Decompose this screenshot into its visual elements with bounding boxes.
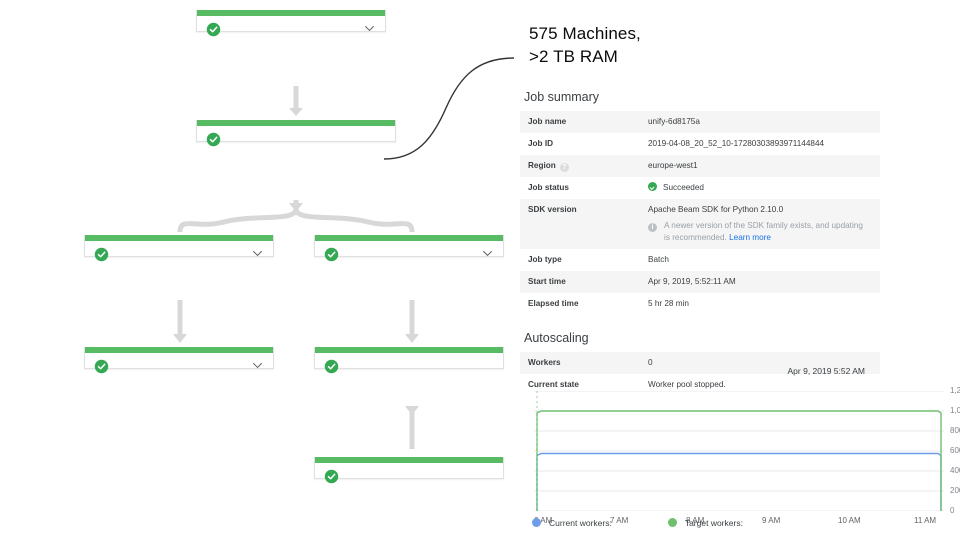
success-check-icon [324, 247, 339, 262]
chart-y-tick-label: 400 [950, 466, 960, 475]
row-value-text: Apr 9, 2019, 5:52:11 AM [648, 277, 736, 286]
row-key: Elapsed time [520, 293, 640, 315]
pipeline-node-add-age[interactable] [314, 347, 504, 374]
row-key: Start time [520, 271, 640, 293]
pipeline-node-write-count[interactable] [84, 347, 274, 374]
row-value: Batch [640, 249, 880, 271]
row-key: Job type [520, 249, 640, 271]
job-details-panel: Job summary Job name unify-6d8175a Job ID 2… [520, 90, 950, 396]
row-value-text: unify-6d8175a [648, 117, 700, 126]
chart-y-tick-label: 200 [950, 486, 960, 495]
chart-x-tick-label: 10 AM [838, 516, 861, 525]
row-key: Region? [520, 155, 640, 177]
row-key-label: SDK version [528, 205, 577, 214]
chart-y-tick-label: 1,200 [950, 386, 960, 395]
sdk-version-note: i A newer version of the SDK family exist… [648, 220, 880, 244]
row-key-label: Job ID [528, 139, 554, 148]
row-value: Apache Beam SDK for Python 2.10.0 i A newe… [640, 199, 880, 249]
legend-color-dot [667, 518, 677, 527]
learn-more-link[interactable]: Learn more [729, 233, 771, 242]
table-row: Job type Batch [520, 249, 880, 271]
row-key-label: Region [528, 161, 556, 170]
row-value-text: 5 hr 28 min [648, 299, 689, 308]
chart-title: Apr 9, 2019 5:52 AM [787, 366, 866, 376]
row-value-text: europe-west1 [648, 161, 698, 170]
row-value-text: 2019-04-08_20_52_10-17280303893971144844 [648, 139, 825, 148]
row-value: unify-6d8175a [640, 111, 880, 133]
success-check-icon [206, 22, 221, 37]
row-value: 2019-04-08_20_52_10-17280303893971144844 [640, 133, 880, 155]
legend-label: Target workers: [684, 518, 743, 528]
job-summary-heading: Job summary [524, 90, 600, 104]
success-check-icon [94, 247, 109, 262]
legend-label: Current workers: [549, 518, 612, 528]
chevron-down-icon[interactable] [481, 247, 494, 260]
success-check-icon [324, 469, 339, 484]
pipeline-node-get-sensor-df-per-file[interactable] [196, 120, 396, 147]
pipeline-node-count-data[interactable] [84, 235, 274, 262]
sdk-note-line-2: is recommended. [664, 233, 727, 242]
row-value: Apr 9, 2019, 5:52:11 AM [640, 271, 880, 293]
chart-y-tick-label: 0 [950, 506, 955, 515]
chart-y-tick-label: 600 [950, 446, 960, 455]
chart-legend: Current workers: Target workers: [532, 518, 799, 528]
pipeline-node-upload[interactable] [314, 457, 504, 484]
callout-line-2: >2 TB RAM [529, 47, 618, 66]
row-key-label: Job name [528, 117, 567, 126]
row-key-label: Job type [528, 255, 562, 264]
row-value: europe-west1 [640, 155, 880, 177]
pipeline-node-combine[interactable] [314, 235, 504, 262]
table-row: SDK version Apache Beam SDK for Python 2.… [520, 199, 880, 249]
table-row: Job status Succeeded [520, 177, 880, 199]
info-icon[interactable]: ? [559, 163, 569, 172]
row-key-label: Job status [528, 183, 569, 192]
row-key: Job name [520, 111, 640, 133]
success-check-icon [324, 359, 339, 374]
table-row: Elapsed time 5 hr 28 min [520, 293, 880, 315]
table-row: Job name unify-6d8175a [520, 111, 880, 133]
chart-legend-item[interactable]: Target workers: [667, 518, 743, 528]
success-check-icon [94, 359, 109, 374]
success-check-icon [648, 182, 657, 191]
row-key: SDK version [520, 199, 640, 249]
chart-y-tick-label: 800 [950, 426, 960, 435]
job-summary-table: Job name unify-6d8175a Job ID 2019-04-08_20… [520, 111, 880, 315]
row-key: Job status [520, 177, 640, 199]
row-key-label: Start time [528, 277, 566, 286]
row-key: Job ID [520, 133, 640, 155]
row-value: 5 hr 28 min [640, 293, 880, 315]
chevron-down-icon[interactable] [251, 247, 264, 260]
table-row: Region? europe-west1 [520, 155, 880, 177]
row-value-text: Succeeded [663, 183, 704, 192]
chevron-down-icon[interactable] [251, 359, 264, 372]
callout-annotation: 575 Machines, >2 TB RAM [529, 22, 759, 68]
autoscaling-heading: Autoscaling [524, 331, 589, 345]
row-value: Succeeded [640, 177, 880, 199]
sdk-note-line-1: A newer version of the SDK family exists… [664, 221, 863, 230]
pipeline-graph [0, 0, 520, 540]
autoscaling-chart: Apr 9, 2019 5:52 AM 0 200 400 600 800 1,000 1,… [520, 366, 960, 540]
row-value-text: Batch [648, 255, 669, 264]
legend-color-dot [532, 518, 541, 527]
chevron-down-icon[interactable] [363, 22, 376, 35]
success-check-icon [206, 132, 221, 147]
info-icon[interactable]: i [648, 223, 657, 232]
chart-plot-area [534, 391, 944, 511]
row-value-text: Apache Beam SDK for Python 2.10.0 [648, 205, 784, 214]
table-row: Job ID 2019-04-08_20_52_10-17280303893971… [520, 133, 880, 155]
chart-x-tick-label: 11 AM [914, 516, 937, 525]
row-key-label: Elapsed time [528, 299, 579, 308]
pipeline-node-get-files[interactable] [196, 10, 386, 37]
callout-line-1: 575 Machines, [529, 24, 641, 43]
chart-y-tick-label: 1,000 [950, 406, 960, 415]
table-row: Start time Apr 9, 2019, 5:52:11 AM [520, 271, 880, 293]
chart-legend-item[interactable]: Current workers: [532, 518, 612, 528]
